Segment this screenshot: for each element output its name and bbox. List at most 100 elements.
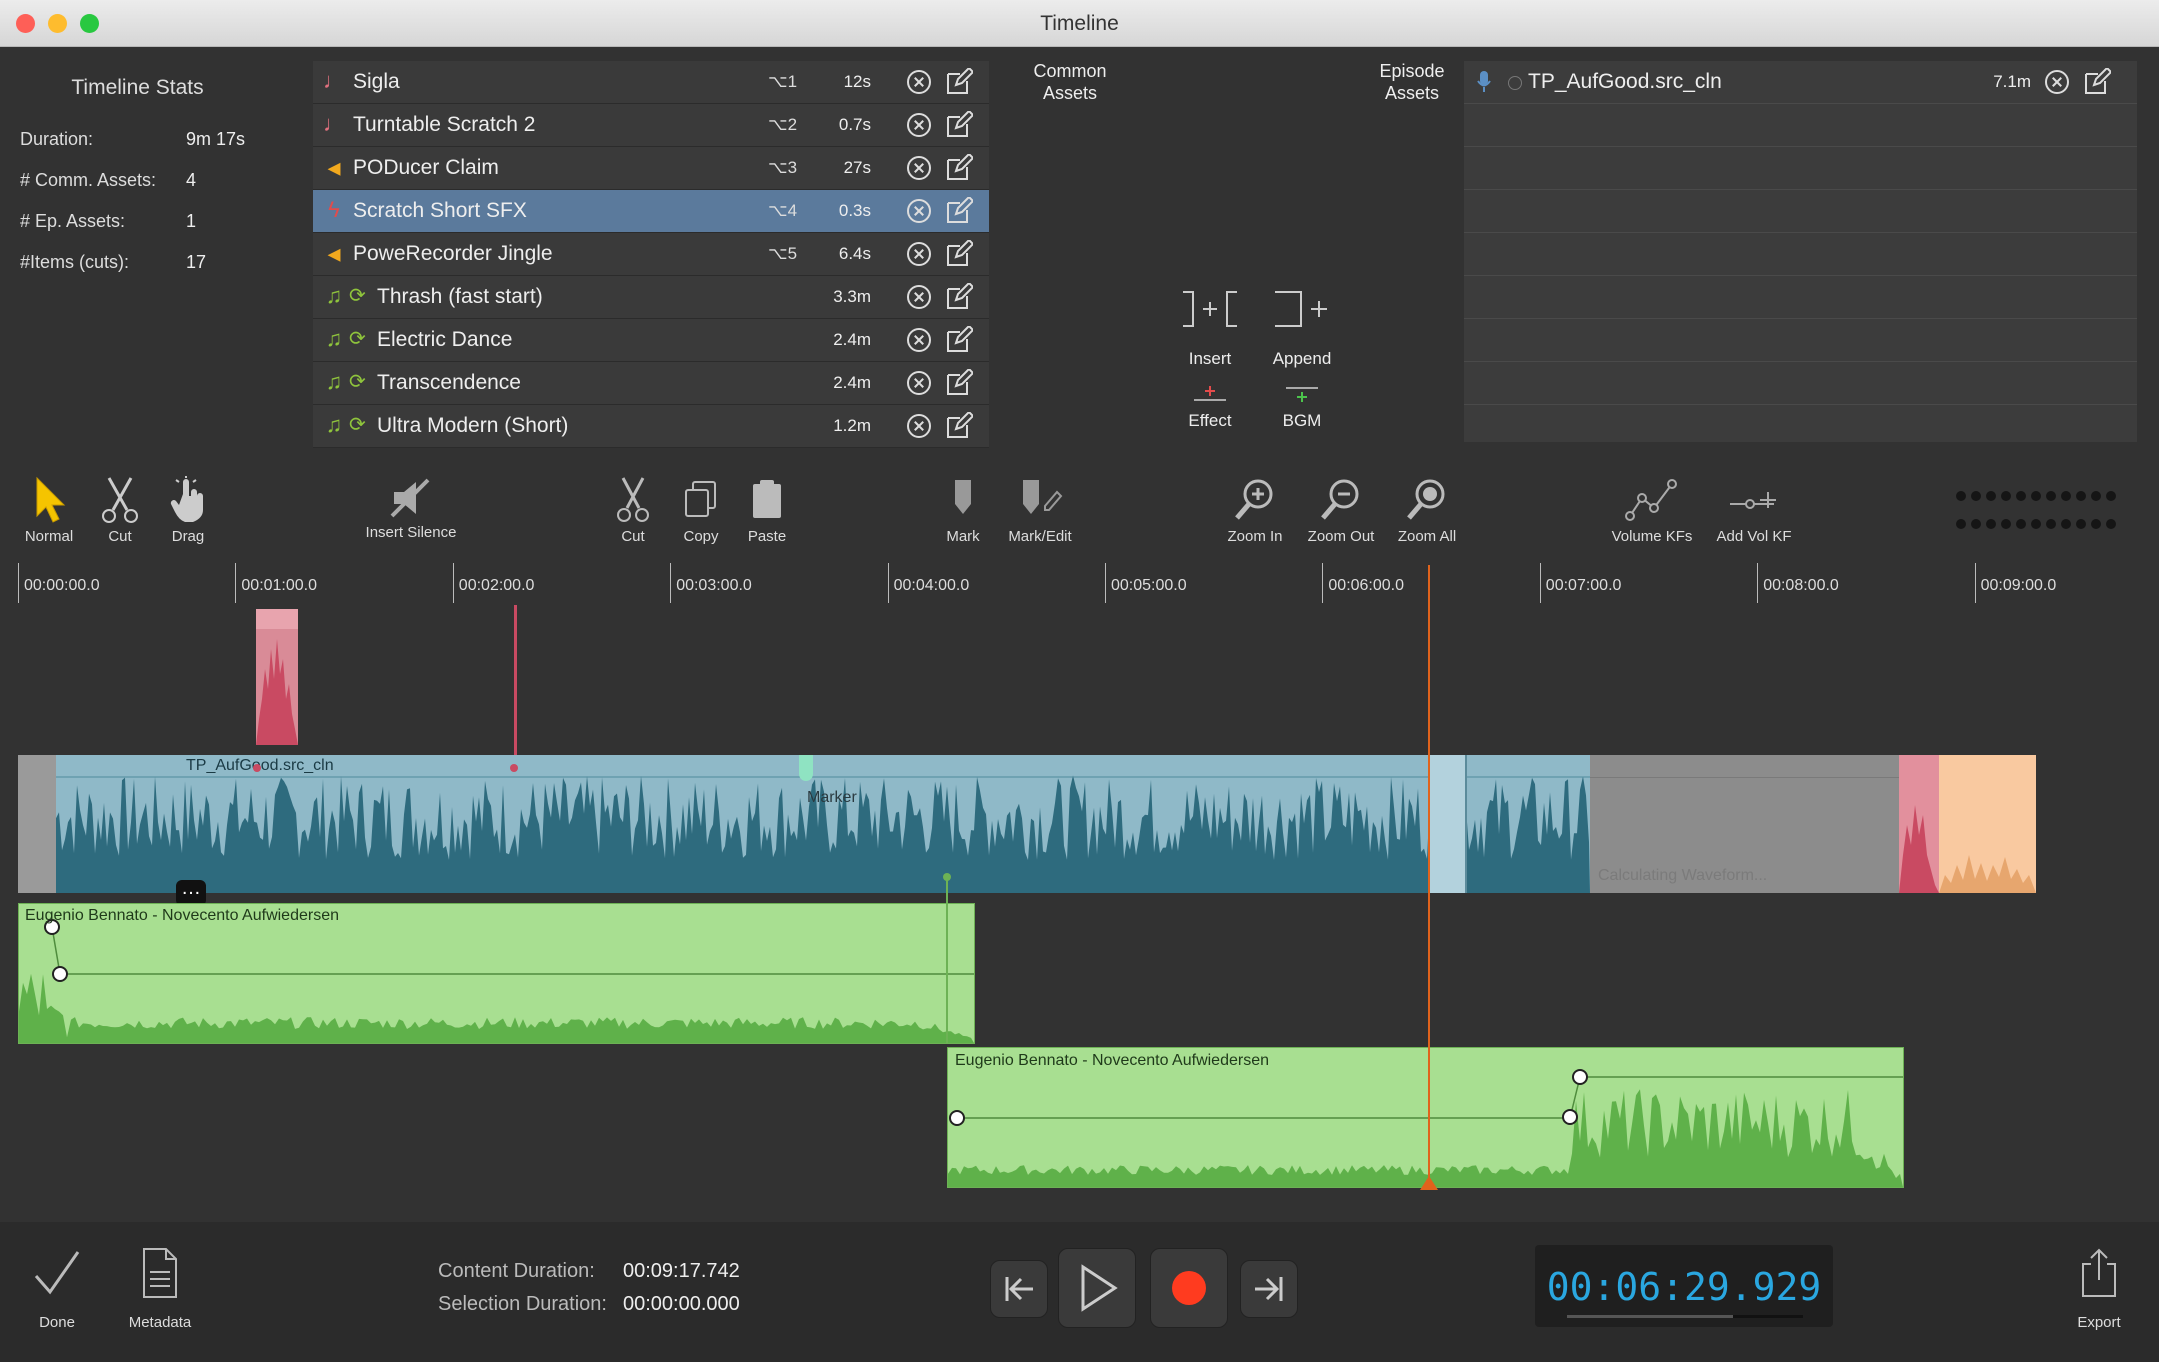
episode-empty-row [1464,190,2137,233]
volume-kfs-button[interactable]: Volume KFs [1600,476,1704,545]
record-icon [1172,1271,1206,1305]
drag-tool-button[interactable]: Drag [154,476,222,545]
edit-icon[interactable] [945,412,973,440]
record-button[interactable] [1150,1248,1228,1328]
marker-flag[interactable] [799,755,813,781]
edit-point-dot [253,764,261,772]
mark-button[interactable]: Mark [938,476,988,545]
bgm-button[interactable]: BGM [1262,382,1342,431]
metadata-button[interactable]: Metadata [120,1246,200,1331]
ruler-label: 00:03:00.0 [676,577,752,594]
shortcut-key: ⌥4 [768,201,798,220]
edit-icon[interactable] [945,197,973,225]
cut-tool-button[interactable]: Cut [86,476,154,545]
go-to-end-button[interactable] [1240,1260,1298,1318]
processing-clip[interactable]: Calculating Waveform... [1590,755,1918,893]
window-title: Timeline [1040,12,1119,35]
ruler-label: 00:05:00.0 [1111,577,1187,594]
arrow-pointer-icon [36,476,66,523]
episode-empty-row [1464,147,2137,190]
jingle-clip[interactable] [1939,755,2036,893]
episode-asset-row[interactable]: TP_AufGood.src_cln 7.1m [1464,61,2137,104]
level-meter-icon [1956,491,2116,529]
edit-icon[interactable] [945,369,973,397]
export-button[interactable]: Export [2066,1246,2132,1331]
edit-icon[interactable] [945,283,973,311]
processing-clip-line [1590,777,1918,778]
insert-button[interactable]: Insert [1170,288,1250,369]
remove-episode-asset-button[interactable] [2045,70,2069,94]
common-asset-row[interactable]: ♫ ⟳ Transcendence 2.4m [313,362,989,405]
zoom-in-button[interactable]: Zoom In [1220,476,1290,545]
episode-assets-list: TP_AufGood.src_cln 7.1m [1464,61,2137,442]
cut-button[interactable]: Cut [608,476,658,545]
common-asset-row[interactable]: ◂ PODucer Claim ⌥3 27s [313,147,989,190]
remove-asset-button[interactable] [907,70,931,94]
edit-icon[interactable] [945,68,973,96]
status-dot-icon [1508,76,1522,90]
zoom-out-label: Zoom Out [1307,528,1375,545]
common-asset-row[interactable]: ◂ PoweRecorder Jingle ⌥5 6.4s [313,233,989,276]
remove-asset-button[interactable] [907,371,931,395]
remove-asset-button[interactable] [907,199,931,223]
normal-tool-button[interactable]: Normal [14,476,84,545]
common-asset-name: Sigla [353,70,400,93]
effect-button[interactable]: Effect [1170,382,1250,431]
insert-silence-button[interactable]: Insert Silence [356,476,466,541]
toolbar [0,456,2159,564]
stat-value-episode-assets: 1 [186,211,197,231]
edit-icon[interactable] [945,154,973,182]
ruler-label: 00:07:00.0 [1545,577,1622,594]
music-icon: ♫ [325,326,343,351]
bgm-label: BGM [1282,411,1322,430]
common-asset-row[interactable]: ϟ Scratch Short SFX ⌥4 0.3s [313,190,989,233]
append-label: Append [1272,349,1332,368]
paste-button[interactable]: Paste [742,476,792,545]
zoom-out-button[interactable]: Zoom Out [1302,476,1380,545]
playhead[interactable] [1428,565,1430,1187]
ruler-tick [18,563,19,603]
bgm-clip-1[interactable]: Eugenio Bennato - Novecento Aufwiedersen [18,903,975,1044]
remove-asset-button[interactable] [907,156,931,180]
time-ruler[interactable]: 00:00:00.0 00:01:00.0 00:02:00.0 00:03:00.0… [18,563,2138,605]
insert-silence-label: Insert Silence [365,524,457,541]
export-label: Export [2077,1314,2121,1331]
main-audio-clip[interactable]: TP_AufGood.src_cln [56,755,1590,893]
common-asset-duration: 1.2m [833,416,871,435]
remove-asset-button[interactable] [907,242,931,266]
common-asset-row[interactable]: ♩ Turntable Scratch 2 ⌥2 0.7s [313,104,989,147]
append-button[interactable]: Append [1262,288,1342,369]
common-asset-name: Thrash (fast start) [377,285,543,308]
ruler-tick [1105,563,1106,603]
go-to-start-button[interactable] [990,1260,1048,1318]
play-button[interactable] [1058,1248,1136,1328]
edit-icon[interactable] [945,111,973,139]
sfx-waveform [256,639,298,745]
remove-asset-button[interactable] [907,328,931,352]
edit-icon[interactable] [945,240,973,268]
copy-button[interactable]: Copy [676,476,726,545]
common-asset-row[interactable]: ♫ ⟳ Thrash (fast start) 3.3m [313,276,989,319]
remove-asset-button[interactable] [907,113,931,137]
common-asset-duration: 0.3s [838,201,871,220]
done-button[interactable]: Done [24,1246,90,1331]
bgm-clip-2[interactable]: Eugenio Bennato - Novecento Aufwiedersen [947,1047,1904,1188]
sfx-end-clip[interactable] [1899,755,1939,893]
add-vol-kf-button[interactable]: Add Vol KF [1706,476,1802,545]
loop-icon: ⟳ [349,414,366,436]
common-assets-label-text: Common Assets [1033,61,1107,103]
mark-edit-button[interactable]: Mark/Edit [1002,476,1078,545]
common-asset-row[interactable]: ♫ ⟳ Electric Dance 2.4m [313,319,989,362]
edit-icon[interactable] [945,326,973,354]
sfx-clip[interactable] [256,609,298,745]
common-asset-name: Scratch Short SFX [353,199,527,222]
common-asset-row[interactable]: ♩ Sigla ⌥1 12s [313,61,989,104]
playhead-handle-icon[interactable] [1420,1176,1438,1190]
common-asset-row[interactable]: ♫ ⟳ Ultra Modern (Short) 1.2m [313,405,989,448]
timeline-window: Timeline Timeline Stats Duration: 9m 17s… [0,0,2159,1362]
selected-region[interactable] [1430,755,1465,893]
zoom-all-button[interactable]: Zoom All [1392,476,1462,545]
remove-asset-button[interactable] [907,414,931,438]
remove-asset-button[interactable] [907,285,931,309]
edit-icon[interactable] [2083,68,2111,96]
